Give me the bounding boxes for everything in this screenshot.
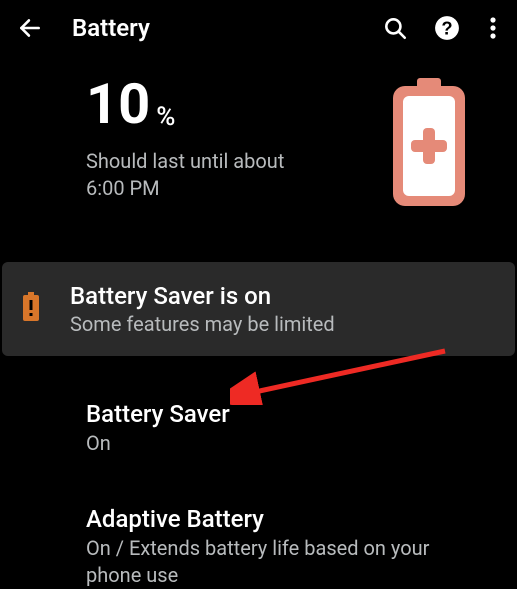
back-icon[interactable]	[16, 14, 44, 42]
banner-subtitle: Some features may be limited	[70, 312, 335, 336]
banner-title: Battery Saver is on	[70, 282, 335, 310]
item-title: Battery Saver	[86, 400, 497, 428]
item-subtitle: On	[86, 430, 486, 457]
page-title: Battery	[72, 14, 357, 42]
battery-warning-icon	[22, 292, 40, 326]
more-icon[interactable]	[485, 14, 501, 42]
adaptive-battery-item[interactable]: Adaptive Battery On / Extends battery li…	[0, 485, 517, 589]
battery-estimate: Should last until about 6:00 PM	[86, 148, 346, 202]
battery-saver-item[interactable]: Battery Saver On	[0, 380, 517, 457]
help-icon[interactable]: ?	[433, 14, 461, 42]
battery-percent-value: 10	[86, 76, 150, 132]
battery-percent-sign: %	[156, 102, 175, 132]
top-app-bar: Battery ?	[0, 0, 517, 56]
item-subtitle: On / Extends battery life based on your …	[86, 535, 486, 589]
battery-estimate-line2: 6:00 PM	[86, 176, 160, 200]
search-icon[interactable]	[381, 14, 409, 42]
battery-estimate-line1: Should last until about	[86, 149, 284, 173]
item-title: Adaptive Battery	[86, 505, 497, 533]
svg-text:?: ?	[441, 18, 452, 39]
battery-hero-icon	[389, 78, 469, 212]
battery-saver-banner[interactable]: Battery Saver is on Some features may be…	[2, 262, 515, 356]
